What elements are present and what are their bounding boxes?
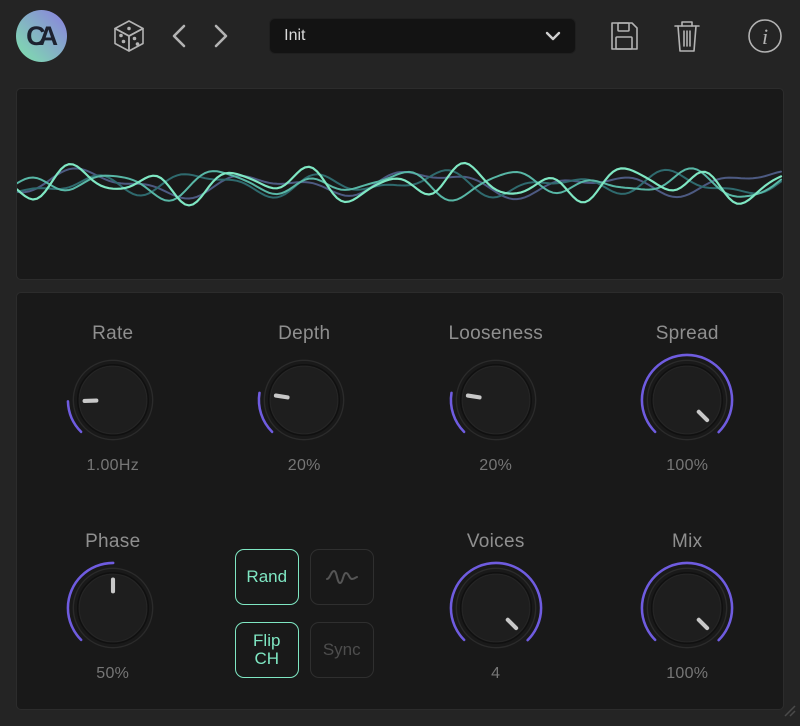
knob-graphic <box>255 351 353 449</box>
depth-value: 20% <box>288 457 321 475</box>
preset-dropdown[interactable]: Init <box>269 18 576 54</box>
voices-label: Voices <box>467 531 525 557</box>
rate-value: 1.00Hz <box>87 457 140 475</box>
delete-preset-button[interactable] <box>672 18 702 54</box>
looseness-value: 20% <box>479 457 512 475</box>
window-resize-grip[interactable] <box>781 702 797 723</box>
knob-graphic <box>638 559 736 657</box>
info-button[interactable]: i <box>746 17 784 55</box>
knob-graphic <box>64 351 162 449</box>
controls-panel: Rate 1.00Hz Depth <box>16 292 784 710</box>
knob-row-1: Rate 1.00Hz Depth <box>17 323 783 487</box>
flip-label-line2: CH <box>254 650 279 668</box>
looseness-knob[interactable] <box>447 351 545 449</box>
spread-label: Spread <box>656 323 719 349</box>
mode-buttons: Rand Flip CH Sync <box>209 531 401 695</box>
floppy-save-icon <box>606 18 642 54</box>
rate-label: Rate <box>92 323 133 349</box>
save-preset-button[interactable] <box>606 18 642 54</box>
chevron-down-icon <box>545 31 561 41</box>
randomize-dice-button[interactable] <box>113 19 145 53</box>
spread-control: Spread 100% <box>592 323 784 487</box>
flip-label-line1: Flip <box>253 632 280 650</box>
mix-control: Mix 100% <box>592 531 784 695</box>
phase-value: 50% <box>96 665 129 683</box>
mix-knob[interactable] <box>638 559 736 657</box>
info-icon: i <box>746 17 784 55</box>
rate-knob[interactable] <box>64 351 162 449</box>
sync-label: Sync <box>323 641 361 659</box>
phase-knob[interactable] <box>64 559 162 657</box>
chevron-right-icon <box>213 23 229 49</box>
depth-knob[interactable] <box>255 351 353 449</box>
mode-button-grid: Rand Flip CH Sync <box>235 549 374 678</box>
chevron-left-icon <box>171 23 187 49</box>
looseness-control: Looseness 20% <box>400 323 592 487</box>
next-preset-button[interactable] <box>213 23 229 49</box>
logo-text: CA <box>26 21 51 52</box>
voices-value: 4 <box>491 665 500 683</box>
sync-toggle-button[interactable]: Sync <box>310 622 374 678</box>
lfo-shape-button[interactable] <box>310 549 374 605</box>
flip-channels-button[interactable]: Flip CH <box>235 622 299 678</box>
knob-graphic <box>64 559 162 657</box>
top-toolbar: CA Init <box>0 0 800 72</box>
depth-control: Depth 20% <box>209 323 401 487</box>
prev-preset-button[interactable] <box>171 23 187 49</box>
looseness-label: Looseness <box>448 323 543 349</box>
knob-graphic <box>638 351 736 449</box>
phase-control: Phase 50% <box>17 531 209 695</box>
knob-graphic <box>447 559 545 657</box>
rate-control: Rate 1.00Hz <box>17 323 209 487</box>
spread-value: 100% <box>666 457 708 475</box>
waveform-icon <box>325 567 359 587</box>
waveform-svg <box>17 89 783 279</box>
preset-name: Init <box>284 27 545 45</box>
phase-label: Phase <box>85 531 140 557</box>
resize-grip-icon <box>781 702 797 718</box>
svg-text:i: i <box>762 24 768 49</box>
spread-knob[interactable] <box>638 351 736 449</box>
knob-row-2: Phase 50% Rand <box>17 531 783 695</box>
lfo-waveform-display <box>16 88 784 280</box>
dice-icon <box>113 19 145 53</box>
app-logo[interactable]: CA <box>16 10 67 62</box>
rand-toggle-button[interactable]: Rand <box>235 549 299 605</box>
knob-graphic <box>447 351 545 449</box>
trash-icon <box>672 18 702 54</box>
voices-control: Voices 4 <box>400 531 592 695</box>
mix-label: Mix <box>672 531 702 557</box>
rand-label: Rand <box>246 568 287 586</box>
depth-label: Depth <box>278 323 330 349</box>
voices-knob[interactable] <box>447 559 545 657</box>
mix-value: 100% <box>666 665 708 683</box>
